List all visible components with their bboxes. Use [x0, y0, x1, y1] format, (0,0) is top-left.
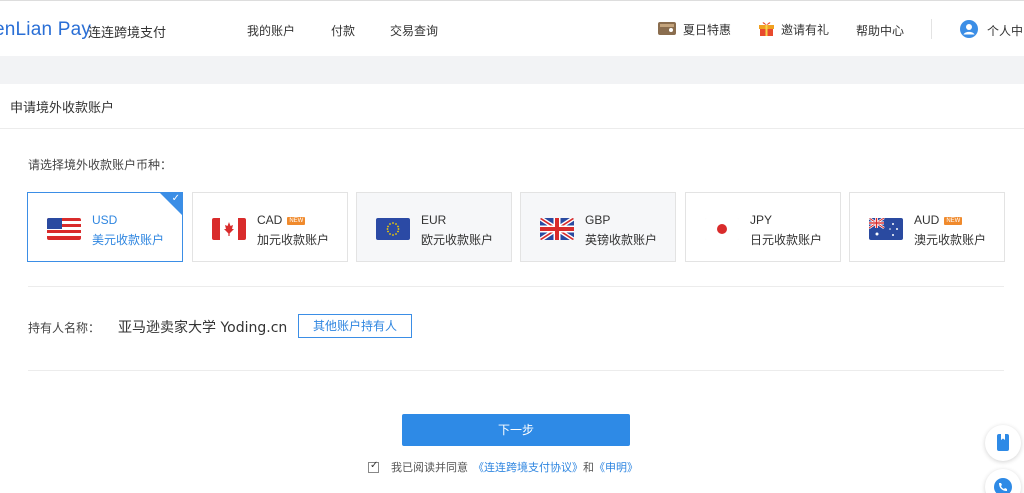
currency-code: GBP: [585, 213, 611, 227]
section-divider: [28, 286, 1004, 287]
currency-card-usd[interactable]: USD 美元收款账户 ✓: [27, 192, 183, 262]
nav-invite[interactable]: 邀请有礼: [758, 19, 829, 40]
currency-code: JPY: [750, 213, 773, 227]
agree-checkbox[interactable]: [368, 460, 379, 473]
check-icon: ✓: [171, 193, 180, 204]
agree-text: 我已阅读并同意: [391, 461, 468, 474]
float-bookmark-button[interactable]: [985, 425, 1021, 461]
currency-card-aud[interactable]: AUD NEW 澳元收款账户: [849, 192, 1005, 262]
brand-name: 连连跨境支付: [88, 26, 167, 41]
nav-transaction-query[interactable]: 交易查询: [390, 22, 438, 39]
page-title: 申请境外收款账户: [10, 101, 115, 116]
us-flag-icon: [47, 218, 81, 240]
currency-card-cad[interactable]: CAD NEW 加元收款账户: [192, 192, 348, 262]
nav-my-account[interactable]: 我的账户: [247, 22, 295, 39]
top-navigation: enLian Pay 连连跨境支付 我的账户 付款 交易查询 夏日特惠 邀请有礼…: [0, 0, 1024, 56]
nav-invite-label: 邀请有礼: [781, 23, 830, 37]
nav-profile-label: 个人中: [987, 24, 1024, 38]
new-badge: NEW: [287, 217, 306, 225]
bookmark-icon: [997, 434, 1009, 451]
gift-icon: [758, 19, 775, 40]
currency-name: 澳元收款账户: [914, 233, 987, 247]
currency-name: 加元收款账户: [257, 233, 330, 247]
nav-payment[interactable]: 付款: [331, 22, 355, 39]
section-divider: [28, 370, 1004, 371]
holder-name: 亚马逊卖家大学 Yoding.cn: [118, 320, 288, 336]
agreement-row: 我已阅读并同意 《连连跨境支付协议》 和 《申明》: [368, 459, 638, 475]
title-divider: [0, 128, 1024, 129]
currency-card-gbp[interactable]: GBP 英镑收款账户: [520, 192, 676, 262]
currency-name: 欧元收款账户: [421, 233, 494, 247]
uk-flag-icon: [540, 218, 574, 240]
nav-summer-promo[interactable]: 夏日特惠: [657, 20, 731, 39]
nav-summer-promo-label: 夏日特惠: [683, 23, 732, 37]
currency-name: 美元收款账户: [92, 233, 165, 247]
statement-link[interactable]: 《申明》: [594, 459, 638, 475]
currency-name: 日元收款账户: [750, 233, 823, 247]
header-band: [0, 56, 1024, 84]
currency-code: EUR: [421, 213, 447, 227]
nav-divider: [931, 19, 932, 39]
nav-help-center[interactable]: 帮助中心: [856, 22, 904, 39]
phone-icon: [994, 478, 1012, 493]
japan-flag-icon: [705, 218, 739, 240]
new-badge: NEW: [944, 217, 963, 225]
user-avatar-icon: [960, 20, 978, 41]
australia-flag-icon: [869, 218, 903, 240]
currency-card-eur[interactable]: EUR 欧元收款账户: [356, 192, 512, 262]
currency-prompt: 请选择境外收款账户币种：: [28, 158, 173, 172]
currency-code: USD: [92, 213, 118, 227]
currency-code-row: CAD NEW: [257, 213, 306, 227]
holder-label: 持有人名称：: [28, 321, 101, 335]
and-text: 和: [583, 461, 594, 474]
currency-code-row: AUD NEW: [914, 213, 963, 227]
brand-logo[interactable]: enLian Pay: [0, 19, 91, 41]
other-holder-button[interactable]: 其他账户持有人: [298, 314, 412, 338]
float-phone-button[interactable]: [985, 469, 1021, 493]
currency-code: AUD: [914, 213, 940, 227]
wallet-icon: [657, 20, 677, 39]
agreement-link[interactable]: 《连连跨境支付协议》: [473, 459, 583, 475]
currency-name: 英镑收款账户: [585, 233, 658, 247]
eu-flag-icon: [376, 218, 410, 240]
next-step-button[interactable]: 下一步: [402, 414, 630, 446]
currency-code: CAD: [257, 213, 283, 227]
nav-profile[interactable]: 个人中: [960, 20, 1023, 41]
currency-card-jpy[interactable]: JPY 日元收款账户: [685, 192, 841, 262]
canada-flag-icon: [212, 218, 246, 240]
